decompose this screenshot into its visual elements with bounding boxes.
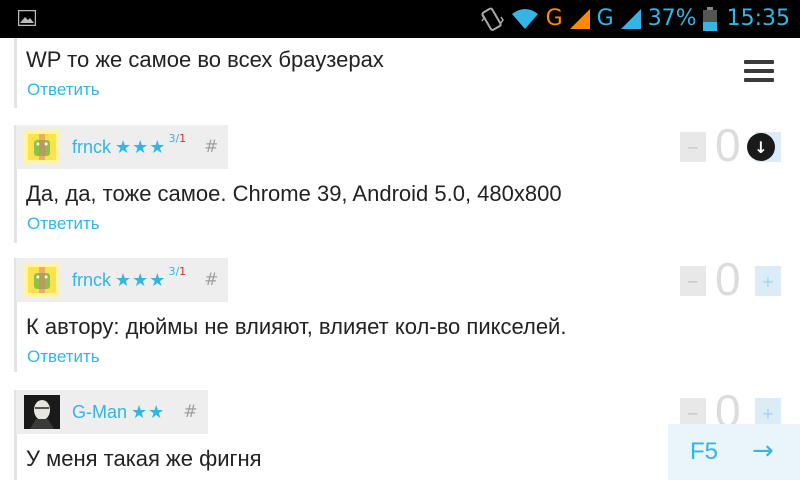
status-icons: G G 37% 15:35 [480, 0, 790, 38]
user-rating: 3/1 [168, 131, 187, 145]
vote-down-button[interactable]: − [680, 266, 706, 296]
signal-icon [620, 9, 641, 29]
scroll-down-icon[interactable]: ↓ [747, 133, 775, 161]
reply-link[interactable]: Ответить [27, 347, 100, 367]
comment-text: К автору: дюймы не влияют, влияет кол-во… [26, 314, 567, 339]
battery-percent: 37% [647, 6, 697, 31]
menu-icon[interactable] [744, 60, 774, 86]
vote-count: 0 [715, 119, 741, 171]
author-name[interactable]: frnck [72, 270, 111, 291]
vote-widget: − 0 + [680, 253, 790, 306]
comment-text: WP то же самое во всех браузерах [26, 47, 384, 72]
avatar[interactable] [24, 263, 60, 297]
battery-icon [702, 7, 717, 31]
rating-stars: ★★★ [115, 269, 167, 291]
comment-header: G-Man ★★ # [16, 390, 208, 434]
comment-permalink[interactable]: # [204, 270, 218, 290]
gallery-icon [18, 10, 36, 26]
wifi-icon [511, 9, 538, 29]
signal-icon [569, 9, 590, 29]
refresh-panel: F5 → [668, 424, 800, 480]
comment-permalink[interactable]: # [183, 402, 197, 422]
comment-text: Да, да, тоже самое. Chrome 39, Android 5… [26, 181, 562, 206]
refresh-button[interactable]: F5 [690, 438, 718, 466]
comment-permalink[interactable]: # [204, 137, 218, 157]
next-arrow-icon[interactable]: → [752, 436, 774, 466]
vote-up-button[interactable]: + [755, 266, 781, 296]
rating-stars: ★★★ [115, 136, 167, 158]
user-rating: 3/1 [168, 264, 187, 278]
comment-header: frnck ★★★ 3/1 # [16, 258, 229, 302]
reply-link[interactable]: Ответить [27, 214, 100, 234]
clock: 15:35 [726, 6, 790, 31]
author-name[interactable]: G-Man [72, 402, 127, 423]
rating-stars: ★★ [131, 401, 166, 423]
status-bar: G G 37% 15:35 [0, 0, 800, 38]
network-type-label: G [545, 6, 563, 31]
vibrate-icon [480, 7, 504, 31]
vote-down-button[interactable]: − [680, 132, 706, 162]
comment-header: frnck ★★★ 3/1 # [16, 125, 229, 169]
author-name[interactable]: frnck [72, 137, 111, 158]
reply-link[interactable]: Ответить [27, 80, 100, 100]
network-type-label: G [596, 6, 614, 31]
comment-text: У меня такая же фигня [26, 446, 262, 471]
vote-count: 0 [715, 253, 741, 305]
thread-line [14, 38, 17, 108]
avatar[interactable] [24, 395, 60, 429]
avatar[interactable] [24, 130, 60, 164]
